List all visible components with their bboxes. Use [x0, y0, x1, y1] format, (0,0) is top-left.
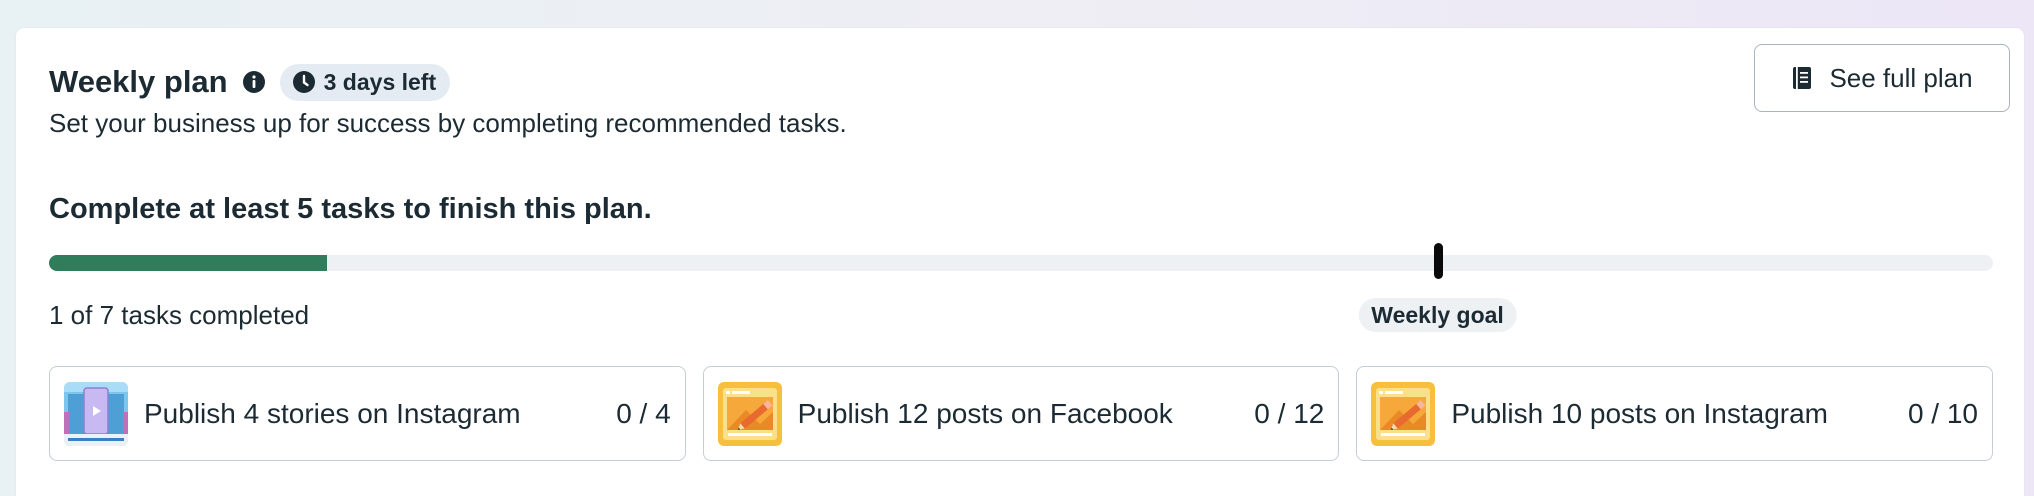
info-icon[interactable]: [242, 70, 266, 94]
task-label: Publish 10 posts on Instagram: [1451, 397, 1829, 429]
see-full-plan-label: See full plan: [1829, 62, 1973, 93]
notebook-icon: [1791, 66, 1813, 90]
task-card[interactable]: Publish 4 stories on Instagram 0 / 4: [49, 366, 686, 461]
page-title: Weekly plan: [49, 64, 228, 99]
days-left-badge: 3 days left: [279, 63, 451, 101]
task-label: Publish 12 posts on Facebook: [797, 397, 1173, 429]
task-count: 0 / 4: [616, 397, 671, 429]
task-list: Publish 4 stories on Instagram 0 / 4 Pub…: [49, 366, 1994, 461]
task-count: 0 / 12: [1254, 397, 1325, 429]
goal-heading: Complete at least 5 tasks to finish this…: [49, 193, 652, 225]
days-left-text: 3 days left: [323, 68, 437, 95]
task-label: Publish 4 stories on Instagram: [144, 397, 521, 429]
progress-bar: [49, 243, 1993, 279]
task-card[interactable]: Publish 12 posts on Facebook 0 / 12: [702, 366, 1340, 461]
title-row: Weekly plan 3 days left: [49, 60, 451, 104]
post-composer-thumbnail-icon: [1371, 381, 1436, 446]
weekly-plan-card: Weekly plan 3 days left Set your busines…: [16, 28, 2024, 496]
instagram-story-thumbnail-icon: [64, 381, 128, 446]
task-count: 0 / 10: [1907, 397, 1979, 429]
tasks-completed-label: 1 of 7 tasks completed: [49, 300, 310, 330]
post-composer-thumbnail-icon: [717, 381, 782, 446]
see-full-plan-button[interactable]: See full plan: [1754, 44, 2010, 112]
subtitle: Set your business up for success by comp…: [49, 108, 847, 138]
weekly-goal-marker: [1433, 243, 1443, 279]
clock-icon: [292, 70, 316, 94]
weekly-goal-label: Weekly goal: [1358, 298, 1517, 332]
progress-bar-fill: [49, 255, 327, 271]
task-card[interactable]: Publish 10 posts on Instagram 0 / 10: [1356, 366, 1994, 461]
